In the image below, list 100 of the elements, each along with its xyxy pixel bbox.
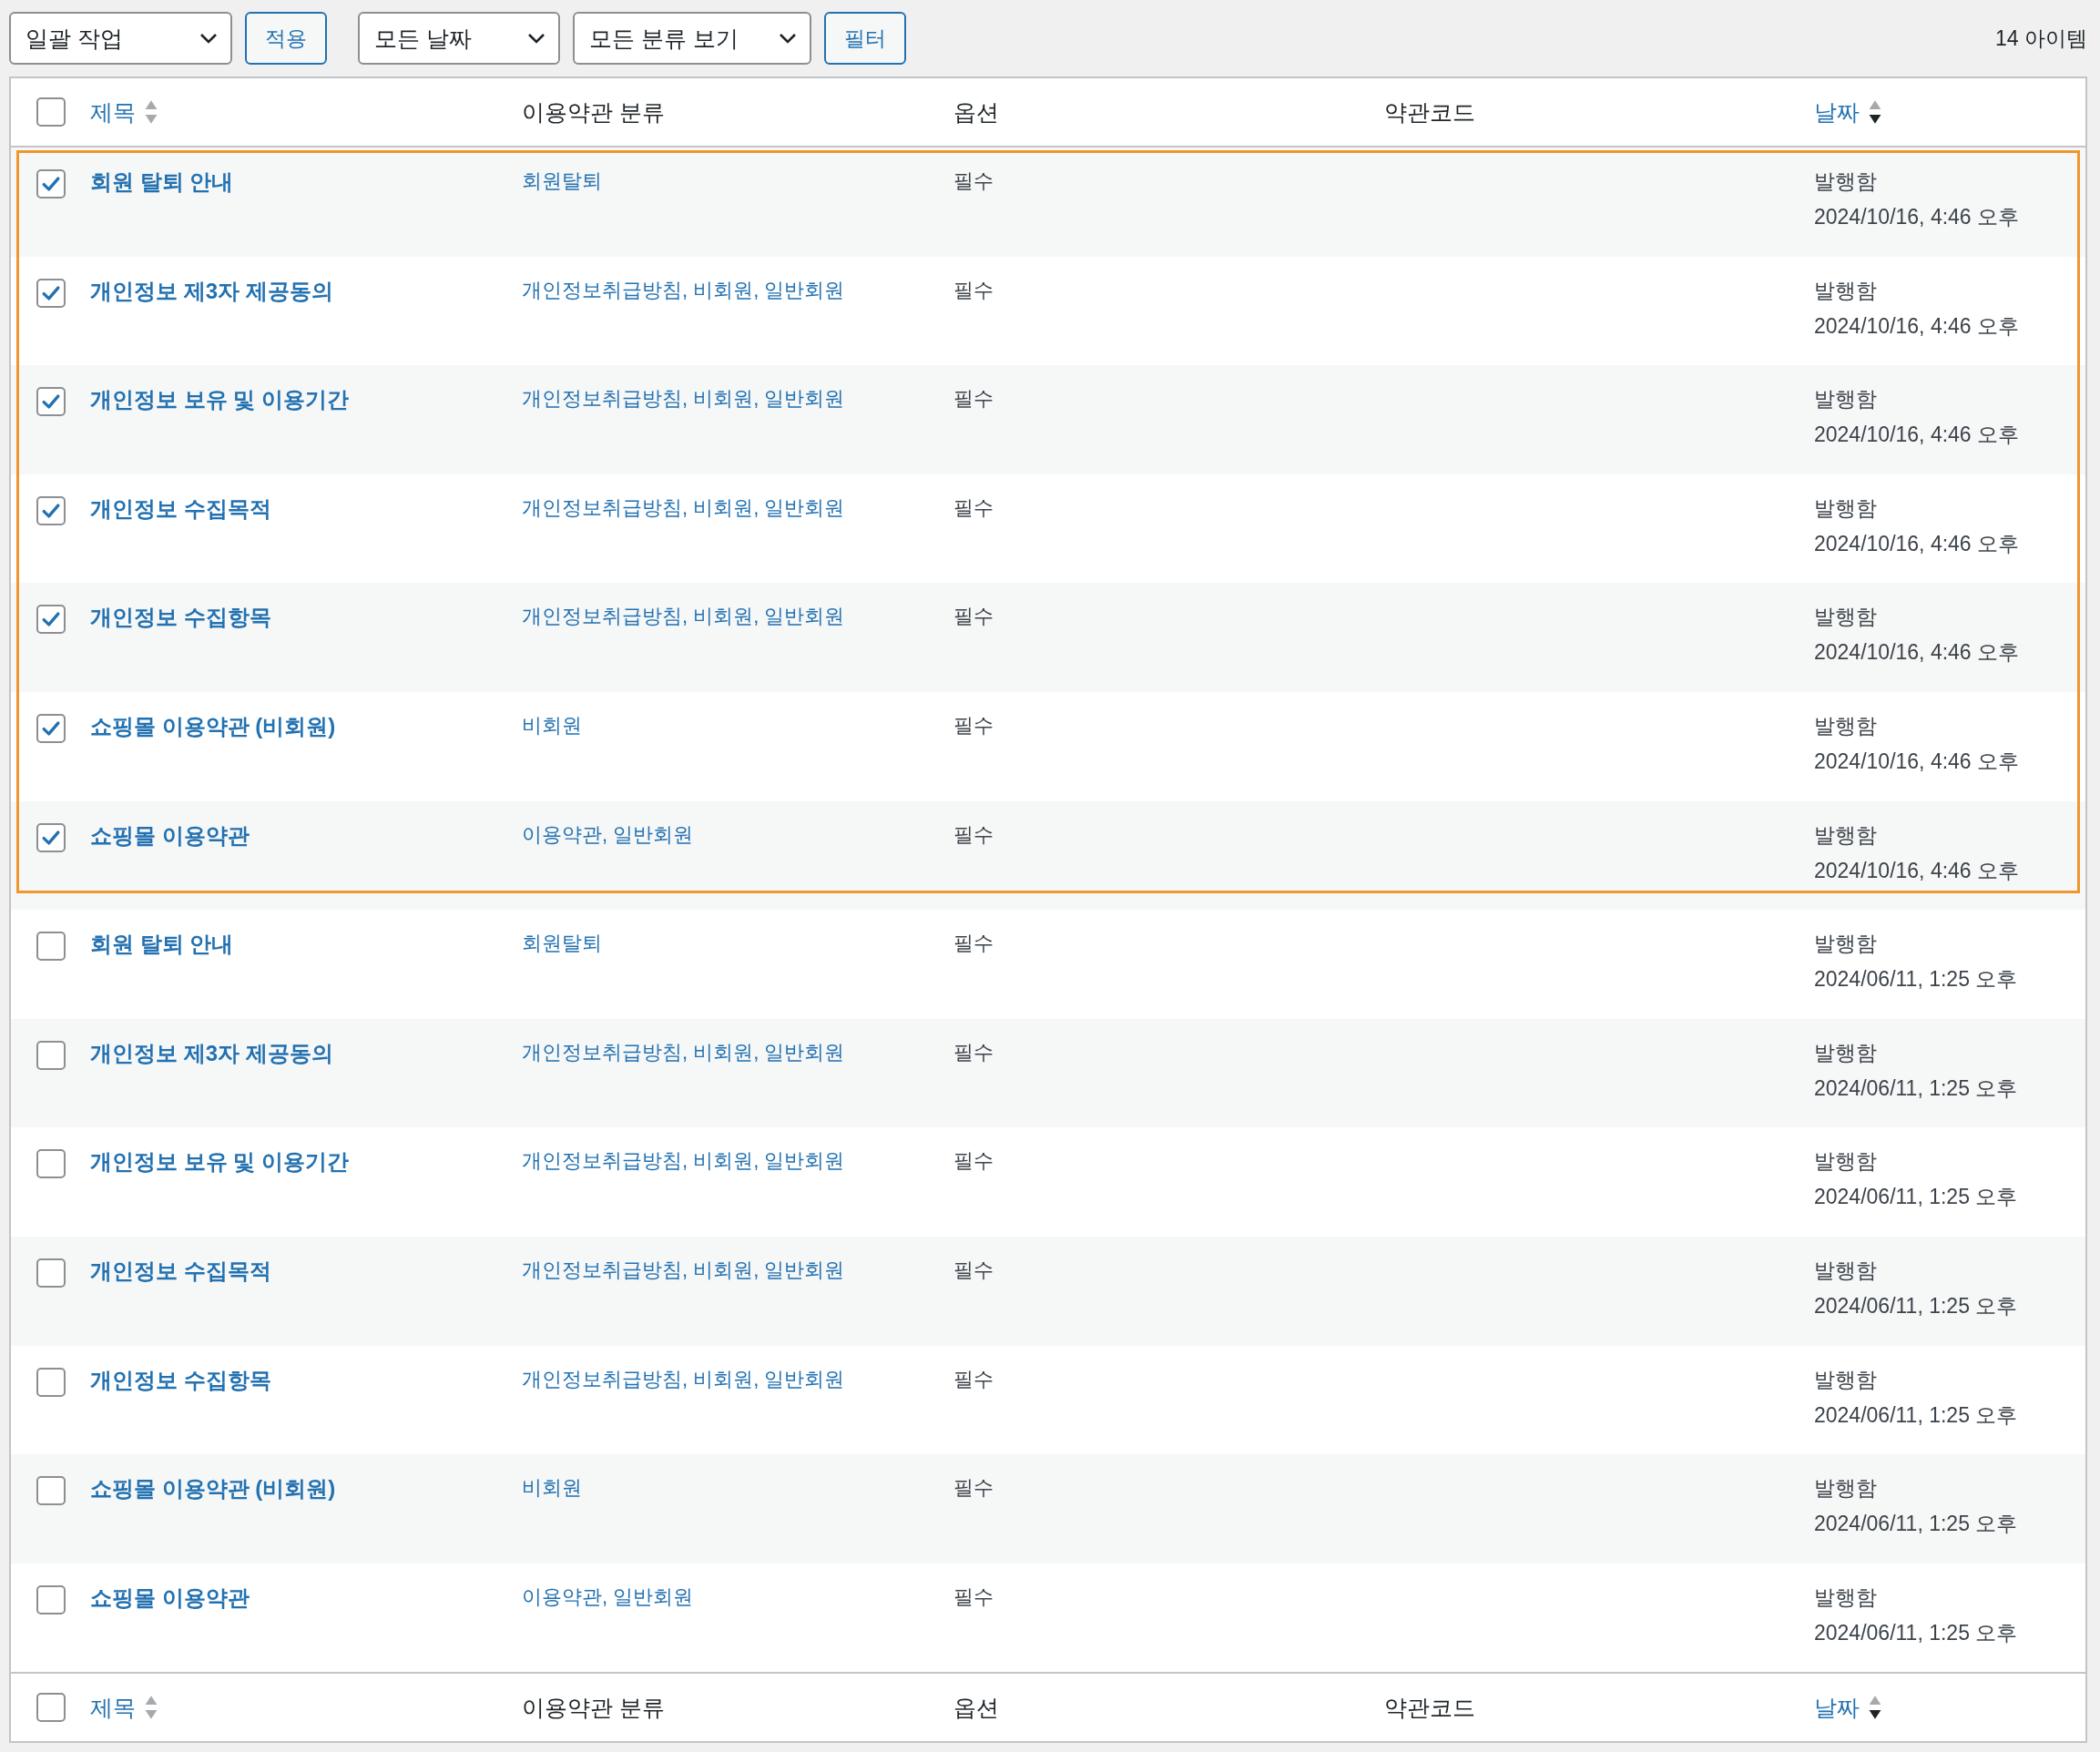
apply-button[interactable]: 적용 [245,12,327,65]
title-link[interactable]: 개인정보 수집목적 [90,1258,271,1283]
checkbox[interactable] [36,387,66,417]
category-links[interactable]: 개인정보취급방침, 비회원, 일반회원 [522,278,845,301]
title-link[interactable]: 쇼핑몰 이용약관 (비회원) [90,1476,336,1502]
title-link[interactable]: 개인정보 수집목적 [90,495,271,521]
category-links[interactable]: 이용약관, 일반회원 [522,822,694,846]
status-text: 발행함 [1814,712,1878,739]
status-text: 발행함 [1814,604,1878,631]
checkbox[interactable] [36,713,66,743]
date-text: 2024/10/16, 4:46 오후 [1814,204,2021,230]
option-text: 필수 [953,1149,994,1173]
option-text: 필수 [953,1584,994,1608]
date-text: 2024/10/16, 4:46 오후 [1814,312,2021,340]
option-text: 필수 [953,1258,994,1281]
option-text: 필수 [953,495,994,519]
date-text: 2024/10/16, 4:46 오후 [1814,748,2021,775]
option-text: 필수 [953,169,994,192]
status-text: 발행함 [1814,386,1878,413]
option-text: 필수 [953,278,994,301]
date-text: 2024/10/16, 4:46 오후 [1814,422,2021,449]
date-text: 2024/06/11, 1:25 오후 [1814,1075,2019,1102]
chevron-down-icon [199,33,218,44]
checkbox[interactable] [36,495,66,525]
category-links[interactable]: 개인정보취급방침, 비회원, 일반회원 [522,387,845,411]
checkbox[interactable] [36,1476,66,1506]
column-header: 약관코드 [1384,1693,1475,1722]
option-text: 필수 [953,932,994,955]
category-links[interactable]: 개인정보취급방침, 비회원, 일반회원 [522,1367,845,1390]
option-text: 필수 [953,1476,994,1500]
checkbox[interactable] [36,1149,66,1179]
checkbox[interactable] [36,1040,66,1070]
checkbox[interactable] [36,605,66,635]
title-link[interactable]: 쇼핑몰 이용약관 [90,1584,250,1610]
checkbox[interactable] [36,169,66,199]
status-text: 발행함 [1814,494,1878,522]
date-text: 2024/06/11, 1:25 오후 [1814,1511,2019,1538]
column-header: 이용약관 분류 [522,1693,665,1722]
sortable-column-header[interactable]: 제목 [90,97,136,127]
item-count: 14 아이템 [1995,25,2087,52]
status-text: 발행함 [1814,168,1878,195]
date-text: 2024/10/16, 4:46 오후 [1814,857,2021,884]
column-header: 옵션 [953,97,999,127]
status-text: 발행함 [1814,1584,1878,1611]
column-header: 이용약관 분류 [522,97,665,127]
filter-button[interactable]: 필터 [824,12,906,65]
sortable-column-header[interactable]: 날짜 [1814,97,1860,127]
sortable-column-header[interactable]: 날짜 [1814,1692,1860,1723]
option-text: 필수 [953,713,994,737]
title-link[interactable]: 개인정보 제3자 제공동의 [90,1040,333,1065]
status-text: 발행함 [1814,277,1878,304]
checkbox[interactable] [36,1367,66,1397]
title-link[interactable]: 회원 탈퇴 안내 [90,169,234,194]
date-text: 2024/06/11, 1:25 오후 [1814,1184,2019,1211]
category-links[interactable]: 비회원 [522,1476,582,1500]
checkbox[interactable] [36,1258,66,1288]
column-header: 약관코드 [1384,97,1475,127]
checkbox[interactable] [36,1584,66,1614]
title-link[interactable]: 쇼핑몰 이용약관 (비회원) [90,713,336,738]
option-text: 필수 [953,1367,994,1390]
option-text: 필수 [953,1040,994,1064]
status-text: 발행함 [1814,1366,1878,1393]
date-text: 2024/06/11, 1:25 오후 [1814,1619,2019,1646]
checkbox[interactable] [36,822,66,852]
status-text: 발행함 [1814,1148,1878,1176]
sortable-column-header[interactable]: 제목 [90,1692,136,1723]
date-text: 2024/06/11, 1:25 오후 [1814,966,2019,993]
category-links[interactable]: 비회원 [522,713,582,737]
status-text: 발행함 [1814,1257,1878,1284]
option-text: 필수 [953,605,994,628]
option-text: 필수 [953,822,994,846]
date-filter-select[interactable]: 모든 날짜 [358,12,560,65]
title-link[interactable]: 쇼핑몰 이용약관 [90,822,250,848]
category-links[interactable]: 회원탈퇴 [522,169,602,192]
chevron-down-icon [527,33,545,44]
bulk-action-select[interactable]: 일괄 작업 [9,12,232,65]
category-links[interactable]: 개인정보취급방침, 비회원, 일반회원 [522,495,845,519]
title-link[interactable]: 개인정보 수집항목 [90,605,271,630]
category-links[interactable]: 개인정보취급방침, 비회원, 일반회원 [522,1040,845,1064]
category-links[interactable]: 이용약관, 일반회원 [522,1584,694,1608]
checkbox[interactable] [36,1693,66,1723]
date-text: 2024/10/16, 4:46 오후 [1814,530,2021,557]
title-link[interactable]: 개인정보 보유 및 이용기간 [90,1149,349,1175]
category-links[interactable]: 개인정보취급방침, 비회원, 일반회원 [522,1258,845,1281]
title-link[interactable]: 개인정보 수집항목 [90,1367,271,1392]
checkbox[interactable] [36,97,66,127]
date-text: 2024/06/11, 1:25 오후 [1814,1401,2019,1429]
column-header: 옵션 [953,1693,999,1722]
date-text: 2024/10/16, 4:46 오후 [1814,639,2021,667]
date-text: 2024/06/11, 1:25 오후 [1814,1292,2019,1319]
category-links[interactable]: 개인정보취급방침, 비회원, 일반회원 [522,605,845,628]
checkbox[interactable] [36,932,66,962]
status-text: 발행함 [1814,1039,1878,1066]
category-filter-select[interactable]: 모든 분류 보기 [573,12,811,65]
checkbox[interactable] [36,278,66,308]
title-link[interactable]: 개인정보 제3자 제공동의 [90,278,333,303]
category-links[interactable]: 회원탈퇴 [522,932,602,955]
title-link[interactable]: 회원 탈퇴 안내 [90,932,234,957]
title-link[interactable]: 개인정보 보유 및 이용기간 [90,387,349,413]
category-links[interactable]: 개인정보취급방침, 비회원, 일반회원 [522,1149,845,1173]
